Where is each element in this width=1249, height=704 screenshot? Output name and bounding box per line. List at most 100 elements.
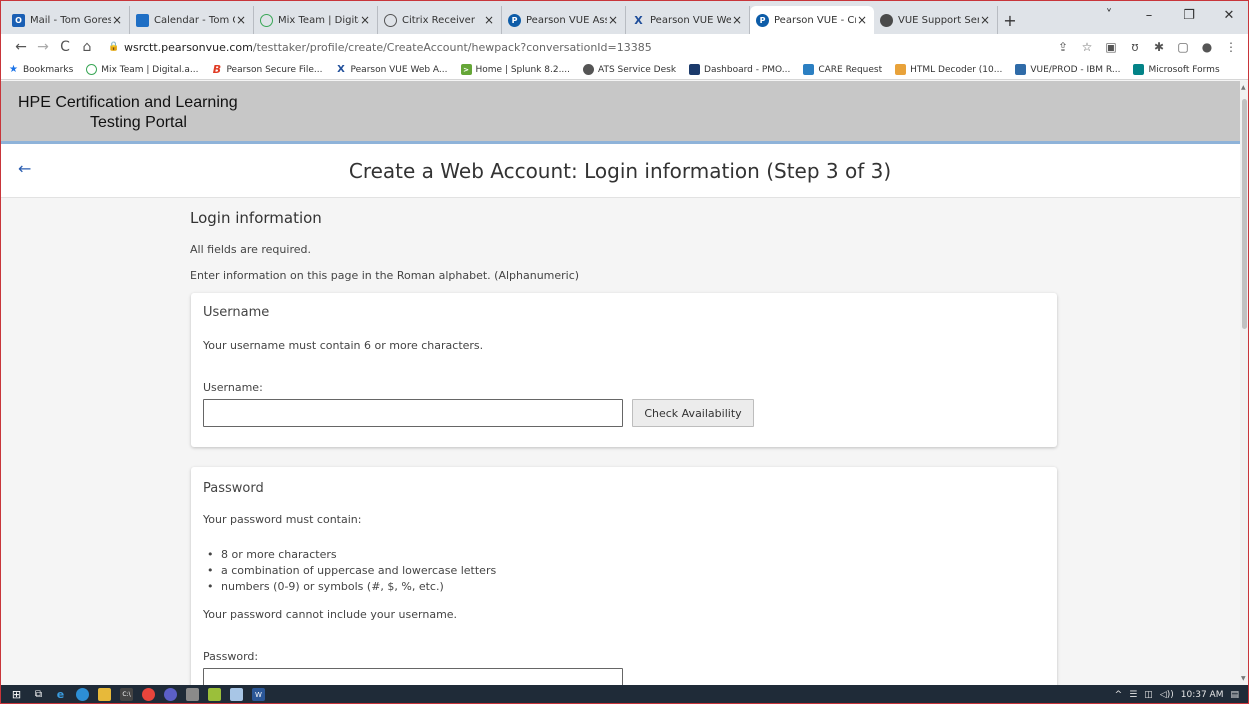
password-label: Password: — [203, 650, 259, 663]
portal-title-line1: HPE Certification and Learning — [18, 94, 238, 111]
close-icon[interactable]: × — [483, 13, 495, 27]
extension-icon[interactable]: ▣ — [1099, 40, 1123, 54]
bookmark-item[interactable]: Dashboard - PMO... — [689, 64, 790, 75]
username-input[interactable] — [203, 399, 623, 427]
bookmark-item[interactable]: B Pearson Secure File... — [211, 63, 323, 76]
tab-title: Pearson VUE Web — [650, 14, 731, 26]
close-icon[interactable]: × — [359, 13, 371, 27]
decoder-icon — [895, 64, 907, 75]
bookmark-item[interactable]: ★ Bookmarks — [8, 64, 73, 75]
password-rule-text: a combination of uppercase and lowercase… — [221, 564, 497, 577]
bookmark-item[interactable]: > Home | Splunk 8.2.... — [460, 64, 570, 75]
bookmark-item[interactable]: X Pearson VUE Web A... — [336, 64, 447, 75]
scrollbar-thumb[interactable] — [1242, 99, 1247, 329]
page-scrollbar[interactable]: ▲ ▼ — [1240, 81, 1249, 685]
task-view-icon[interactable]: ⧉ — [32, 688, 45, 701]
star-icon: ★ — [9, 64, 18, 75]
bookmark-label: HTML Decoder (10... — [910, 64, 1003, 75]
toolbar-icons: ⇪ ☆ ▣ ʊ ✱ ▢ ● ⋮ — [1051, 34, 1243, 60]
close-window-icon[interactable]: ✕ — [1209, 8, 1249, 23]
sharepoint-icon — [803, 64, 815, 75]
sidebar-icon[interactable]: ▢ — [1171, 40, 1195, 54]
maximize-icon[interactable]: ❐ — [1169, 8, 1209, 23]
password-input[interactable] — [203, 668, 623, 685]
new-tab-button[interactable]: + — [998, 6, 1022, 34]
clock[interactable]: 10:37 AM — [1181, 690, 1224, 700]
reload-icon[interactable]: C — [54, 39, 76, 55]
page-title-bar: ← Create a Web Account: Login informatio… — [0, 144, 1240, 198]
menu-icon[interactable]: ⋮ — [1219, 40, 1243, 54]
bookmark-item[interactable]: CARE Request — [803, 64, 882, 75]
close-icon[interactable]: × — [235, 13, 247, 27]
site-header: HPE Certification and Learning Testing P… — [0, 81, 1240, 141]
share-icon[interactable]: ⇪ — [1051, 40, 1075, 54]
bookmark-label: VUE/PROD - IBM R... — [1030, 64, 1121, 75]
close-icon[interactable]: × — [607, 13, 619, 27]
splunk-icon: > — [460, 64, 472, 75]
browser-tab[interactable]: VUE Support Servi × — [874, 6, 998, 34]
file-explorer-icon[interactable] — [98, 688, 111, 701]
browser-tab[interactable]: Mix Team | Digital. × — [254, 6, 378, 34]
bookmarks-bar: ★ Bookmarks Mix Team | Digital.a... B Pear… — [0, 60, 1249, 80]
check-availability-button[interactable]: Check Availability — [632, 399, 754, 427]
teams-icon[interactable] — [164, 688, 177, 701]
address-bar[interactable]: wsrctt.pearsonvue.com/testtaker/profile/… — [124, 41, 652, 54]
app-icon[interactable] — [186, 688, 199, 701]
bookmark-label: Bookmarks — [23, 64, 74, 75]
bookmark-item[interactable]: ATS Service Desk — [583, 64, 676, 75]
outlook-icon: O — [12, 13, 25, 27]
app-icon[interactable] — [208, 688, 221, 701]
close-icon[interactable]: × — [731, 13, 743, 27]
browser-tab[interactable]: Calendar - Tom Go × — [130, 6, 254, 34]
tab-title: Calendar - Tom Go — [154, 14, 235, 26]
forward-icon[interactable]: → — [32, 39, 54, 55]
edge-icon[interactable] — [76, 688, 89, 701]
minimize-icon[interactable]: – — [1129, 8, 1169, 23]
chrome-icon[interactable] — [142, 688, 155, 701]
volume-icon[interactable]: ◁)) — [1160, 690, 1174, 700]
address-bar-row: ← → C ⌂ 🔒 wsrctt.pearsonvue.com/testtake… — [0, 34, 1249, 60]
puzzle-icon[interactable]: ✱ — [1147, 40, 1171, 54]
mix-icon — [86, 64, 98, 75]
portal-title-line2: Testing Portal — [90, 114, 187, 131]
terminal-icon[interactable]: C:\ — [120, 688, 133, 701]
browser-tab[interactable]: Citrix Receiver × — [378, 6, 502, 34]
close-icon[interactable]: × — [111, 13, 123, 27]
password-rules: • 8 or more characters • a combination of … — [207, 547, 497, 595]
windows-start-icon[interactable]: ⊞ — [10, 688, 23, 701]
browser-tab[interactable]: X Pearson VUE Web × — [626, 6, 750, 34]
extension-icon[interactable]: ʊ — [1123, 40, 1147, 54]
network-icon[interactable]: ◫ — [1144, 690, 1153, 700]
main-content: Login information All fields are require… — [0, 199, 1240, 685]
bookmark-item[interactable]: HTML Decoder (10... — [895, 64, 1002, 75]
profile-icon[interactable]: ● — [1195, 40, 1219, 54]
browser-tab[interactable]: O Mail - Tom Gores - × — [6, 6, 130, 34]
bookmark-item[interactable]: VUE/PROD - IBM R... — [1015, 64, 1120, 75]
tray-chevron-icon[interactable]: ^ — [1115, 690, 1123, 700]
close-icon[interactable]: × — [856, 13, 868, 27]
scroll-down-icon[interactable]: ▼ — [1241, 675, 1246, 682]
battery-icon[interactable]: ☰ — [1129, 690, 1137, 700]
bookmark-label: Dashboard - PMO... — [704, 64, 791, 75]
bookmark-item[interactable]: Mix Team | Digital.a... — [86, 64, 198, 75]
close-icon[interactable]: × — [979, 13, 991, 27]
notification-icon[interactable]: ▤ — [1230, 690, 1239, 700]
back-icon[interactable]: ← — [10, 39, 32, 55]
notes-icon[interactable] — [230, 688, 243, 701]
password-card: Password Your password must contain: • 8 … — [191, 467, 1057, 685]
alphabet-note: Enter information on this page in the Ro… — [190, 269, 580, 282]
ie-icon[interactable]: e — [54, 688, 67, 701]
forms-icon — [1133, 64, 1145, 75]
page-title: Create a Web Account: Login information … — [348, 159, 892, 183]
bookmark-item[interactable]: Microsoft Forms — [1133, 64, 1220, 75]
word-icon[interactable]: W — [252, 688, 265, 701]
scroll-up-icon[interactable]: ▲ — [1241, 84, 1246, 91]
bookmark-label: Mix Team | Digital.a... — [101, 64, 199, 75]
lock-icon[interactable]: 🔒 — [108, 42, 122, 52]
home-icon[interactable]: ⌂ — [76, 39, 98, 55]
tab-search-icon[interactable]: ˅ — [1089, 8, 1129, 23]
browser-tab[interactable]: P Pearson VUE Assist × — [502, 6, 626, 34]
browser-tab-active[interactable]: P Pearson VUE - Cre × — [750, 6, 874, 34]
vue-icon: X — [337, 64, 345, 75]
bookmark-star-icon[interactable]: ☆ — [1075, 40, 1099, 54]
